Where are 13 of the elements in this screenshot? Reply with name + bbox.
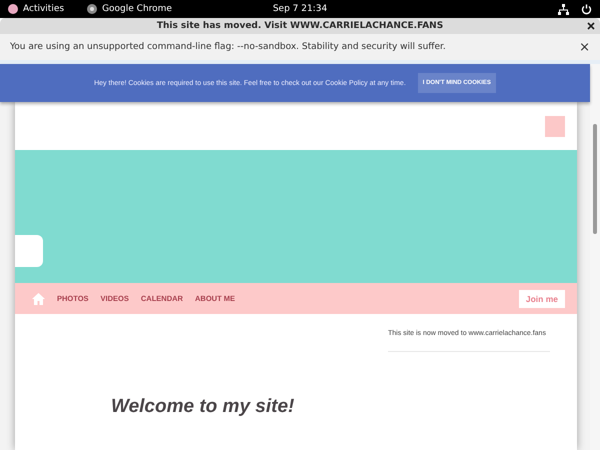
chrome-icon	[87, 4, 98, 14]
activities-button[interactable]: Activities	[23, 4, 64, 14]
power-icon[interactable]	[581, 4, 592, 14]
close-button[interactable]: ×	[579, 40, 590, 54]
welcome-heading: Welcome to my site!	[111, 396, 296, 418]
close-icon[interactable]	[587, 22, 595, 30]
app-menu[interactable]: Google Chrome	[102, 4, 172, 14]
window-title: This site has moved. Visit WWW.CARRIELACHANCE.FANS	[156, 21, 444, 31]
activities-icon	[8, 4, 18, 14]
clock[interactable]: Sep 7 21:34	[272, 4, 328, 14]
join-button[interactable]: Join me	[518, 290, 565, 308]
network-icon[interactable]	[558, 4, 569, 14]
warning-message: You are using an unsupported command-line flag: --no-sandbox. Stability and security will suffer.	[10, 42, 446, 52]
